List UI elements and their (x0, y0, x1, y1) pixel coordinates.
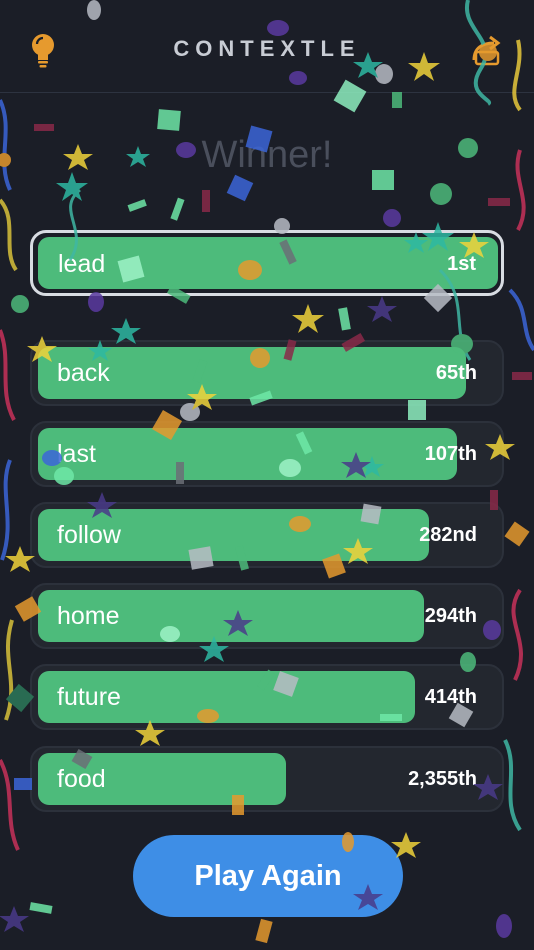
guess-rank: 107th (424, 443, 477, 465)
guess-rank: 414th (424, 686, 477, 708)
current-guess-row: lead 1st (30, 230, 504, 296)
play-again-button[interactable]: Play Again (133, 835, 403, 917)
guess-row: follow 282nd (30, 502, 504, 568)
guess-word: follow (57, 521, 121, 549)
guess-row: home 294th (30, 583, 504, 649)
guess-rank: 65th (435, 362, 477, 384)
winner-message: Winner! (201, 134, 333, 176)
header: CONTEXTLE (0, 0, 534, 93)
guess-rank: 294th (424, 605, 477, 627)
guess-word: back (57, 359, 110, 387)
guess-row: food 2,355th (30, 746, 504, 812)
guess-word: last (57, 440, 96, 468)
guess-rank: 282nd (419, 524, 477, 546)
guess-word: food (57, 765, 106, 793)
guess-word: lead (58, 250, 106, 278)
closeness-bar (38, 428, 457, 480)
guess-row: last 107th (30, 421, 504, 487)
closeness-bar (38, 237, 498, 289)
app-title: CONTEXTLE (173, 36, 361, 61)
guess-row: back 65th (30, 340, 504, 406)
guess-rank: 1st (447, 253, 476, 275)
guess-word: future (57, 683, 121, 711)
guess-word: home (57, 602, 120, 630)
guess-row: future 414th (30, 664, 504, 730)
guess-rank: 2,355th (408, 768, 477, 790)
game-screen: CONTEXTLE Winner! lead 1st back 65th last 107… (0, 0, 534, 950)
share-icon[interactable] (470, 34, 506, 66)
